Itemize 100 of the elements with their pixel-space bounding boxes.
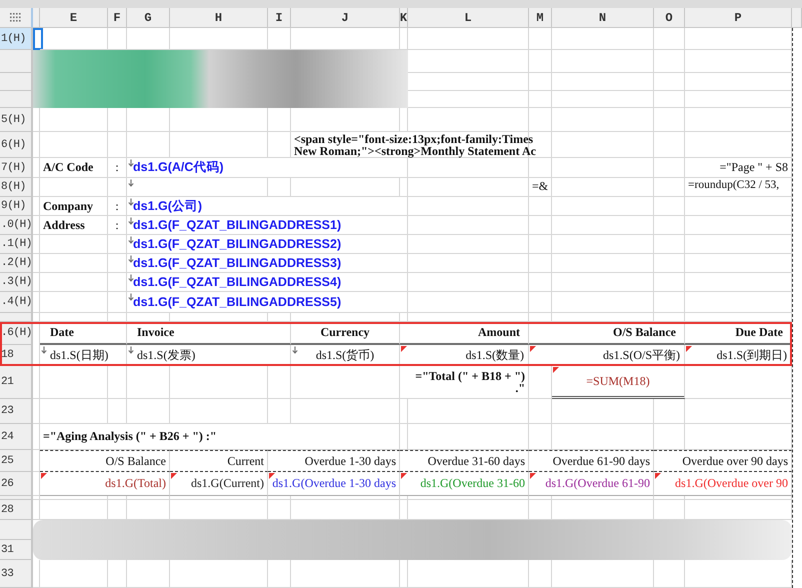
row-header[interactable]: 9(H) xyxy=(0,197,33,216)
table-cell: ds1.G(Overdue 61-90 xyxy=(545,476,650,491)
row-header xyxy=(0,520,33,540)
grid-cell xyxy=(529,560,552,588)
column-heading: Currency xyxy=(320,325,370,340)
grid-cell xyxy=(40,254,108,273)
code-text: <span style="font-size:13px;font-family:Times New Roman;"><strong>Monthly Statement Ac xyxy=(294,133,536,157)
field-value: ds1.G(F_QZAT_BILINGADDRESS4) xyxy=(133,275,342,289)
down-arrow-icon xyxy=(128,179,134,187)
grid-dots-icon[interactable] xyxy=(10,13,21,22)
field-label: Address xyxy=(43,218,85,232)
grid-cell xyxy=(529,108,552,132)
row-header[interactable]: .3(H) xyxy=(0,273,33,292)
row-header[interactable]: 23 xyxy=(0,399,33,424)
column-header[interactable]: J xyxy=(291,8,400,28)
grid-cell xyxy=(654,560,685,588)
row-header[interactable]: .0(H) xyxy=(0,216,33,235)
field-value: ds1.G(公司) xyxy=(133,198,202,214)
grid-cell xyxy=(654,500,685,520)
formula-text: ="Page " + S8 xyxy=(720,160,788,175)
comment-marker-icon xyxy=(401,473,407,479)
grid-cell xyxy=(654,424,685,450)
row-header[interactable]: 1(H) xyxy=(0,28,33,50)
grid-cell xyxy=(40,560,108,588)
column-header[interactable]: G xyxy=(127,8,170,28)
grid-cell xyxy=(268,399,291,424)
row-header xyxy=(0,73,33,91)
column-header[interactable]: K xyxy=(400,8,408,28)
column-heading: O/S Balance xyxy=(106,454,166,468)
separator-text: : xyxy=(115,160,119,175)
field-label: A/C Code xyxy=(43,160,94,175)
column-header[interactable]: E xyxy=(40,8,108,28)
column-header[interactable]: N xyxy=(552,8,654,28)
row-header[interactable]: 21 xyxy=(0,366,33,399)
grid-cell xyxy=(40,292,108,313)
grid-cell xyxy=(529,399,552,424)
column-heading: O/S Balance xyxy=(612,325,676,340)
down-arrow-icon xyxy=(128,255,134,263)
formula-text: =roundup(C32 / 53, xyxy=(688,179,780,191)
down-arrow-icon xyxy=(128,236,134,244)
separator-text: : xyxy=(115,218,119,232)
row-header[interactable]: 6(H) xyxy=(0,132,33,158)
column-header[interactable]: F xyxy=(108,8,127,28)
row-header[interactable]: 8(H) xyxy=(0,178,33,197)
grid-cell xyxy=(529,28,552,50)
row-header[interactable]: 7(H) xyxy=(0,158,33,178)
separator-text: : xyxy=(115,198,119,214)
grid-cell xyxy=(40,108,108,132)
row-header[interactable]: 5(H) xyxy=(0,108,33,132)
down-arrow-icon xyxy=(41,346,47,354)
column-header[interactable]: O xyxy=(654,8,685,28)
column-heading: Overdue 31-60 days xyxy=(428,454,525,468)
table-cell: ds1.G(Total) xyxy=(105,476,166,491)
column-heading: Due Date xyxy=(735,325,783,340)
row-header[interactable]: 28 xyxy=(0,500,33,520)
row-header[interactable]: 31 xyxy=(0,540,33,560)
grid-cell xyxy=(654,73,685,91)
table-cell: ds1.G(Current) xyxy=(191,476,264,491)
column-header[interactable]: L xyxy=(408,8,529,28)
grid-cell xyxy=(40,500,108,520)
row-header[interactable]: .2(H) xyxy=(0,254,33,273)
column-header[interactable]: I xyxy=(268,8,291,28)
row-header[interactable]: .1(H) xyxy=(0,235,33,254)
grid-cell xyxy=(268,108,291,132)
row-header xyxy=(0,496,33,500)
field-value: ds1.G(A/C代码) xyxy=(133,159,224,176)
comment-marker-icon xyxy=(530,346,536,352)
table-cell: ds1.S(日期) xyxy=(50,346,108,364)
grid-cell xyxy=(529,50,552,73)
comment-marker-icon xyxy=(530,473,536,479)
grid-cell xyxy=(268,560,291,588)
column-heading: Current xyxy=(227,454,264,468)
column-header[interactable]: P xyxy=(685,8,792,28)
column-header[interactable]: H xyxy=(170,8,268,28)
row-header[interactable]: 24 xyxy=(0,424,33,450)
table-cell: ds1.S(货币) xyxy=(316,346,374,364)
grid-cell xyxy=(654,273,685,292)
row-header[interactable]: 33 xyxy=(0,560,33,588)
grid-cell xyxy=(654,216,685,235)
comment-marker-icon xyxy=(401,346,407,352)
grid-cell xyxy=(108,500,127,520)
grid-cell xyxy=(529,273,552,292)
grid-cell xyxy=(654,91,685,108)
column-heading: Amount xyxy=(478,325,520,340)
row-header[interactable]: 25 xyxy=(0,450,33,472)
column-heading: Overdue over 90 days xyxy=(682,454,788,468)
field-value: ds1.G(F_QZAT_BILINGADDRESS3) xyxy=(133,256,342,270)
row-header xyxy=(0,50,33,73)
row-header xyxy=(0,313,33,322)
row-header xyxy=(0,91,33,108)
table-cell: ds1.S(发票) xyxy=(137,346,196,364)
grid-cell xyxy=(40,313,108,322)
grid-cell xyxy=(127,132,170,158)
column-header[interactable]: M xyxy=(529,8,552,28)
comment-marker-icon xyxy=(655,473,661,479)
grid-cell xyxy=(529,91,552,108)
row-header[interactable]: 26 xyxy=(0,472,33,496)
row-header[interactable]: .4(H) xyxy=(0,292,33,313)
grid-cell xyxy=(529,424,552,450)
grid-cell xyxy=(654,313,685,322)
